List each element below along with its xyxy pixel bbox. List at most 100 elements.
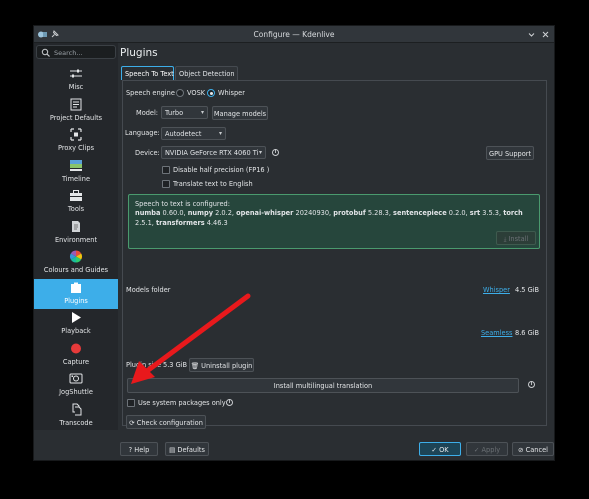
gpu-support-button[interactable]: GPU Support	[486, 146, 534, 160]
check-icon: ✓	[473, 445, 480, 454]
tab-speech-to-text[interactable]: Speech To Text	[121, 66, 174, 80]
search-icon	[41, 48, 50, 57]
search-input[interactable]: Search...	[36, 45, 116, 59]
package-name: openai-whisper	[236, 209, 294, 217]
info-icon[interactable]: i	[528, 381, 535, 388]
proxy-clips-icon	[70, 128, 82, 141]
disable-half-precision-checkbox[interactable]	[162, 166, 170, 174]
info-icon[interactable]: i	[226, 399, 233, 406]
model-select[interactable]: Turbo ▾	[161, 106, 208, 119]
sidebar-item-playback[interactable]: Playback	[34, 309, 118, 340]
environment-icon	[72, 220, 80, 232]
device-label: Device:	[135, 149, 160, 157]
sidebar-item-tools[interactable]: Tools	[34, 187, 118, 218]
colours-icon	[69, 250, 83, 263]
package-version: 0.60.0,	[162, 209, 186, 217]
package-name: torch	[503, 209, 523, 217]
defaults-label: Defaults	[177, 445, 205, 454]
close-icon[interactable]	[540, 29, 551, 40]
use-system-packages-label: Use system packages only	[138, 399, 226, 407]
refresh-icon: ⟳	[129, 418, 135, 427]
package-list: numba 0.60.0, numpy 2.0.2, openai-whispe…	[135, 209, 535, 228]
device-select[interactable]: NVIDIA GeForce RTX 4060 Ti ▾	[161, 146, 266, 159]
help-button[interactable]: ? Help	[120, 442, 158, 456]
playback-icon	[72, 312, 81, 323]
install-multilingual-translation-button[interactable]: Install multilingual translation	[127, 378, 519, 393]
sidebar-item-transcode[interactable]: Transcode	[34, 401, 118, 432]
title-bar: Configure — Kdenlive	[34, 26, 554, 43]
info-icon[interactable]: i	[272, 149, 279, 156]
chevron-down-icon: ▾	[200, 109, 204, 116]
button-bar: ? Help ▤ Defaults ✓ OK ✓ Apply ⊘ Cancel	[118, 438, 556, 462]
sidebar-item-label: Colours and Guides	[43, 266, 109, 274]
capture-icon	[71, 343, 81, 353]
ok-button[interactable]: ✓ OK	[419, 442, 461, 456]
tab-object-detection[interactable]: Object Detection	[175, 66, 238, 80]
model-value: Turbo	[165, 109, 184, 117]
info-title: Speech to text is configured:	[135, 200, 230, 208]
package-name: srt	[469, 209, 481, 217]
sidebar-item-project-defaults[interactable]: Project Defaults	[34, 96, 118, 127]
tools-icon	[70, 190, 82, 201]
minimize-icon[interactable]	[526, 29, 537, 40]
defaults-icon: ▤	[169, 445, 176, 454]
whisper-link[interactable]: Whisper	[483, 286, 510, 294]
whisper-radio[interactable]	[207, 89, 215, 97]
package-version: 2.0.2,	[215, 209, 234, 217]
window-title: Configure — Kdenlive	[253, 30, 335, 39]
seamless-link[interactable]: Seamless	[481, 329, 512, 337]
uninstall-plugin-button[interactable]: 🗑 Uninstall plugin	[189, 358, 254, 372]
misc-icon	[70, 69, 82, 78]
check-icon: ✓	[431, 445, 437, 454]
sidebar-item-label: Plugins	[64, 296, 88, 305]
defaults-button[interactable]: ▤ Defaults	[165, 442, 209, 456]
download-icon: ⤓	[503, 235, 507, 243]
sidebar-item-misc[interactable]: Misc	[34, 65, 118, 96]
sidebar-item-plugins[interactable]: Plugins	[34, 278, 118, 309]
apply-label: Apply	[481, 445, 501, 454]
configure-window: Configure — Kdenlive Search... Misc Proj…	[33, 25, 555, 461]
check-configuration-label: Check configuration	[136, 418, 203, 427]
sidebar: Search... Misc Project Defaults Proxy Cl…	[34, 43, 118, 430]
help-icon: ?	[128, 445, 133, 454]
install-label: Install	[508, 234, 529, 243]
help-label: Help	[134, 445, 150, 454]
sidebar-item-jogshuttle[interactable]: JogShuttle	[34, 370, 118, 401]
sidebar-item-label: Transcode	[59, 418, 93, 427]
sidebar-item-timeline[interactable]: Timeline	[34, 157, 118, 188]
vosk-radio[interactable]	[176, 89, 184, 97]
check-configuration-button[interactable]: ⟳ Check configuration	[126, 415, 206, 429]
seamless-size: 8.6 GiB	[515, 329, 540, 337]
package-name: numba	[135, 209, 161, 217]
sidebar-item-proxy-clips[interactable]: Proxy Clips	[34, 126, 118, 157]
sidebar-item-colours-and-guides[interactable]: Colours and Guides	[34, 248, 118, 279]
device-value: NVIDIA GeForce RTX 4060 Ti	[165, 149, 259, 157]
package-name: numpy	[187, 209, 214, 217]
sidebar-item-capture[interactable]: Capture	[34, 340, 118, 371]
package-name: transformers	[155, 218, 205, 227]
package-name: protobuf	[333, 209, 366, 217]
search-placeholder: Search...	[54, 49, 83, 57]
chevron-down-icon: ▾	[258, 149, 262, 156]
translate-checkbox[interactable]	[162, 180, 170, 188]
page-title: Plugins	[120, 47, 158, 59]
sidebar-item-environment[interactable]: Environment	[34, 218, 118, 249]
sidebar-item-label: Timeline	[61, 174, 91, 183]
model-label: Model:	[136, 109, 159, 117]
manage-models-button[interactable]: Manage models	[212, 106, 268, 120]
sidebar-item-label: Tools	[67, 205, 85, 213]
cancel-label: Cancel	[525, 445, 548, 454]
main-area: Plugins Speech To Text Object Detection …	[118, 43, 556, 430]
use-system-packages-checkbox[interactable]	[127, 399, 135, 407]
package-version: 2.5.1,	[135, 218, 154, 227]
jogshuttle-icon	[69, 373, 83, 384]
speech-engine-label: Speech engine	[126, 89, 175, 97]
language-select[interactable]: Autodetect ▾	[161, 127, 226, 140]
whisper-label: Whisper	[218, 89, 245, 97]
vosk-label: VOSK	[187, 89, 206, 97]
sidebar-item-label: Environment	[54, 235, 98, 244]
sidebar-item-label: JogShuttle	[59, 388, 93, 396]
cancel-button[interactable]: ⊘ Cancel	[512, 442, 554, 456]
language-label: Language:	[125, 129, 160, 137]
plugin-size-label: Plugin size	[126, 361, 162, 369]
